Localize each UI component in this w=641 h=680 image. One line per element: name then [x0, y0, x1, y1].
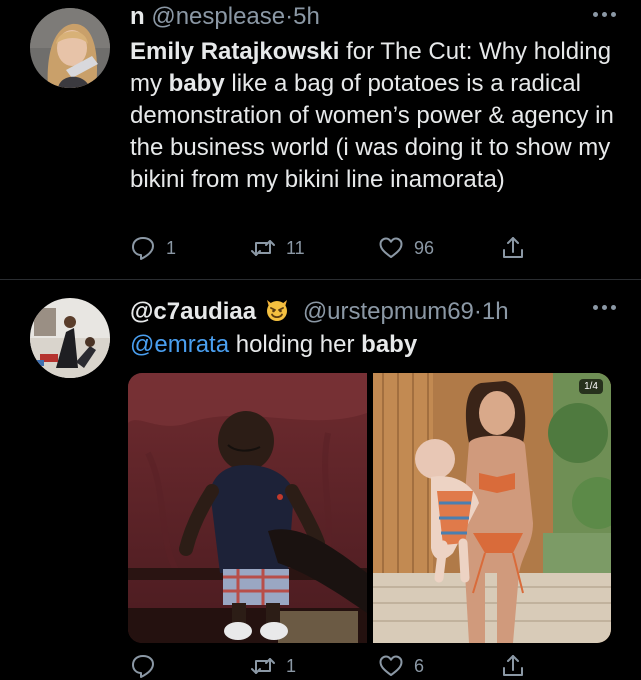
more-options-icon[interactable]: [593, 12, 617, 20]
display-name[interactable]: n: [130, 3, 145, 30]
like-count: 6: [414, 655, 425, 676]
separator: ·: [473, 298, 482, 325]
more-options-icon[interactable]: [593, 305, 617, 313]
share-button[interactable]: [500, 651, 526, 680]
share-button[interactable]: [500, 233, 526, 263]
display-name[interactable]: @c7audiaa: [130, 298, 256, 325]
tweet-text: Emily Ratajkowski for The Cut: Why holdi…: [130, 36, 620, 196]
timestamp[interactable]: 1h: [482, 298, 509, 325]
tweet-actions: 1 6: [130, 651, 530, 680]
like-button[interactable]: 6: [378, 651, 424, 680]
tweet-media[interactable]: 1/4: [128, 373, 611, 643]
heart-icon: [379, 655, 403, 676]
heart-icon: [379, 237, 403, 258]
reply-button[interactable]: [130, 651, 166, 680]
baby-held-by-hand-photo[interactable]: [128, 373, 367, 643]
share-icon: [503, 655, 523, 676]
reply-button[interactable]: 1: [130, 233, 176, 263]
avatar[interactable]: [30, 8, 110, 88]
reply-count: 1: [166, 237, 177, 258]
retweet-icon: [251, 240, 275, 256]
retweet-count: 1: [286, 655, 297, 676]
mention-link[interactable]: @emrata: [130, 331, 229, 358]
user-handle[interactable]: @nesplease: [151, 3, 285, 30]
smiling-imp-emoji-icon: [267, 300, 288, 321]
tweet-text-bold: baby: [168, 70, 225, 97]
share-icon: [503, 237, 523, 258]
tweet-text-bold: Emily Ratajkowski: [130, 38, 340, 65]
retweet-button[interactable]: 1: [250, 651, 296, 680]
avatar[interactable]: [30, 298, 110, 378]
like-button[interactable]: 96: [378, 233, 434, 263]
reply-icon: [132, 237, 154, 260]
like-count: 96: [414, 237, 435, 258]
reply-icon: [132, 655, 154, 678]
user-handle[interactable]: @urstepmum69: [303, 298, 474, 325]
tweet-header: @c7audiaa @urstepmum69·1h: [130, 297, 509, 327]
media-count-badge: 1/4: [579, 379, 603, 394]
retweet-icon: [251, 658, 275, 674]
tweet[interactable]: @c7audiaa @urstepmum69·1h @emrata holdin…: [0, 281, 641, 680]
woman-in-bikini-holding-baby-photo[interactable]: 1/4: [373, 373, 611, 643]
tweet-divider: [0, 279, 641, 280]
tweet-text-segment: holding her: [229, 331, 362, 358]
tweet-text-bold: baby: [361, 331, 418, 358]
tweet-header: n @nesplease·5h: [130, 2, 320, 32]
retweet-count: 11: [286, 237, 305, 258]
tweet[interactable]: n @nesplease·5h Emily Ratajkowski for Th…: [0, 0, 641, 280]
timestamp[interactable]: 5h: [293, 3, 320, 30]
tweet-text: @emrata holding her baby: [130, 329, 620, 361]
separator: ·: [285, 3, 294, 30]
retweet-button[interactable]: 11: [250, 233, 305, 263]
tweet-actions: 1 11 96: [130, 233, 530, 263]
